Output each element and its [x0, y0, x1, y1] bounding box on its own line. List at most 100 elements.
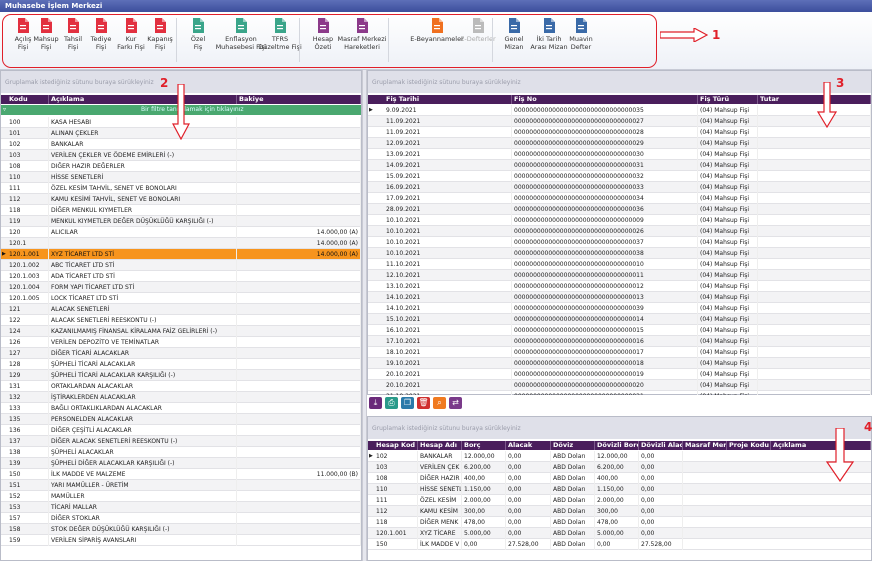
column-header-2[interactable]: Borç — [462, 441, 506, 450]
table-row[interactable]: 28.09.2021 000000000000000000000000000000… — [368, 204, 871, 215]
table-row[interactable]: 136 DİĞER ÇEŞİTLİ ALACAKLAR — [1, 425, 361, 436]
table-row[interactable]: 10.10.2021 000000000000000000000000000000… — [368, 215, 871, 226]
table-row[interactable]: 120 ALICILAR 14.000,00 (A) — [1, 227, 361, 238]
table-row[interactable]: 16.10.2021 000000000000000000000000000000… — [368, 325, 871, 336]
copy-icon[interactable]: ❐ — [401, 397, 414, 409]
table-row[interactable]: 129 ŞÜPHELİ TİCARİ ALACAKLAR KARŞILIĞI (-… — [1, 370, 361, 381]
table-row[interactable]: 12.09.2021 000000000000000000000000000000… — [368, 138, 871, 149]
table-row[interactable]: 11.10.2021 000000000000000000000000000000… — [368, 259, 871, 270]
column-header-4[interactable]: Döviz — [551, 441, 595, 450]
table-row[interactable]: 126 VERİLEN DEPOZİTO VE TEMİNATLAR — [1, 337, 361, 348]
table-row[interactable]: 102 BANKALAR — [1, 139, 361, 150]
download-icon[interactable]: ⤓ — [369, 397, 382, 409]
table-row[interactable]: 11.09.2021 000000000000000000000000000000… — [368, 116, 871, 127]
table-row[interactable]: 15.09.2021 000000000000000000000000000000… — [368, 171, 871, 182]
column-header-9[interactable]: Açıklama — [771, 441, 871, 450]
table-row[interactable]: 157 DİĞER STOKLAR — [1, 513, 361, 524]
table-row[interactable]: 120.1.003 ADA TİCARET LTD STİ — [1, 271, 361, 282]
column-header-5[interactable]: Dövizli Borç — [595, 441, 639, 450]
table-row[interactable]: 137 DİĞER ALACAK SENETLERİ REESKONTU (-) — [1, 436, 361, 447]
column-header-2[interactable]: Fiş Türü — [698, 95, 758, 104]
table-row[interactable]: 13.10.2021 000000000000000000000000000000… — [368, 281, 871, 292]
table-row[interactable]: 103 VERİLEN ÇEK 6.200,00 0,00 ABD Doları 6.20… — [368, 462, 871, 473]
table-row[interactable]: 118 DİĞER MENK 478,00 0,00 ABD Doları 478,00 0… — [368, 517, 871, 528]
table-row[interactable]: ▶ 102 BANKALAR 12.000,00 0,00 ABD Doları 12.00… — [368, 451, 871, 462]
table-row[interactable]: 11.09.2021 000000000000000000000000000000… — [368, 127, 871, 138]
table-row[interactable]: 14.10.2021 000000000000000000000000000000… — [368, 303, 871, 314]
ribbon-button-10[interactable]: Masraf Merkezi Hareketleri — [332, 18, 392, 51]
table-row[interactable]: 121 ALACAK SENETLERİ — [1, 304, 361, 315]
table-row[interactable]: 138 ŞÜPHELİ ALACAKLAR — [1, 447, 361, 458]
table-row[interactable]: 110 HİSSE SENETLERİ — [1, 172, 361, 183]
table-row[interactable]: 110 HİSSE SENETL 1.150,00 0,00 ABD Doları 1.1… — [368, 484, 871, 495]
table-row[interactable]: 17.10.2021 000000000000000000000000000000… — [368, 336, 871, 347]
table-row[interactable]: 108 DIĞER HAZIR DEĞERLER — [1, 161, 361, 172]
table-row[interactable]: 120.1.001 XYZ TİCARE 5.000,00 0,00 ABD Dolar… — [368, 528, 871, 539]
table-row[interactable]: 135 PERSONELDEN ALACAKLAR — [1, 414, 361, 425]
table-row[interactable]: 139 ŞÜPHELİ DİĞER ALACAKLAR KARŞILIĞI (-) — [1, 458, 361, 469]
column-header-1[interactable]: Fiş No — [512, 95, 698, 104]
table-row[interactable]: 132 İŞTİRAKLERDEN ALACAKLAR — [1, 392, 361, 403]
table-row[interactable]: 17.09.2021 000000000000000000000000000000… — [368, 193, 871, 204]
table-row[interactable]: 10.10.2021 000000000000000000000000000000… — [368, 248, 871, 259]
column-header-2[interactable]: Bakiye — [237, 95, 361, 104]
table-row[interactable]: 133 BAĞLI ORTAKLIKLARDAN ALACAKLAR — [1, 403, 361, 414]
column-header-8[interactable]: Proje Kodu — [727, 441, 771, 450]
table-row[interactable]: 131 ORTAKLARDAN ALACAKLAR — [1, 381, 361, 392]
print-icon[interactable]: ⎙ — [385, 397, 398, 409]
table-row[interactable]: 128 ŞÜPHELİ TİCARİ ALACAKLAR — [1, 359, 361, 370]
table-row[interactable]: 14.09.2021 000000000000000000000000000000… — [368, 160, 871, 171]
table-row[interactable]: 20.10.2021 000000000000000000000000000000… — [368, 380, 871, 391]
table-row[interactable]: 120.1.004 FORM YAPI TİCARET LTD STİ — [1, 282, 361, 293]
table-row[interactable]: 18.10.2021 000000000000000000000000000000… — [368, 347, 871, 358]
table-row[interactable]: 10.10.2021 000000000000000000000000000000… — [368, 237, 871, 248]
column-header-0[interactable]: Kodu — [7, 95, 49, 104]
table-row[interactable]: 153 TİCARİ MALLAR — [1, 502, 361, 513]
table-row[interactable]: 127 DİĞER TİCARİ ALACAKLAR — [1, 348, 361, 359]
table-row[interactable]: 13.09.2021 000000000000000000000000000000… — [368, 149, 871, 160]
column-header-3[interactable]: Alacak — [506, 441, 551, 450]
table-row[interactable]: 12.10.2021 000000000000000000000000000000… — [368, 270, 871, 281]
table-row[interactable]: ▶ 9.09.2021 000000000000000000000000000000… — [368, 105, 871, 116]
table-row[interactable]: 120.1.005 LOCK TİCARET LTD STİ — [1, 293, 361, 304]
table-row[interactable]: 19.10.2021 000000000000000000000000000000… — [368, 358, 871, 369]
table-row[interactable]: 20.10.2021 000000000000000000000000000000… — [368, 369, 871, 380]
search-icon[interactable]: ⌕ — [433, 397, 446, 409]
table-row[interactable]: 159 VERİLEN SİPARİŞ AVANSLARI — [1, 535, 361, 546]
table-row[interactable]: 120.1 14.000,00 (A) — [1, 238, 361, 249]
transfer-icon[interactable]: ⇄ — [449, 397, 462, 409]
table-row[interactable]: 151 YARI MAMÜLLER - ÜRETİM — [1, 480, 361, 491]
table-row[interactable]: 111 ÖZEL KESİM TAHVİL, SENET VE BONOLARI — [1, 183, 361, 194]
table-row[interactable]: 119 MENKUL KIYMETLER DEĞER DÜŞÜKLÜĞÜ KARŞ… — [1, 216, 361, 227]
table-row[interactable]: 124 KAZANILMAMIŞ FİNANSAL KİRALAMA FAİZ G… — [1, 326, 361, 337]
table-row[interactable]: 111 ÖZEL KESİM 2.000,00 0,00 ABD Doları 2.000… — [368, 495, 871, 506]
column-header-0[interactable]: Hesap Kod — [374, 441, 418, 450]
table-row[interactable]: 103 VERİLEN ÇEKLER VE ÖDEME EMİRLERİ (-) — [1, 150, 361, 161]
table-row[interactable]: 152 MAMÜLLER — [1, 491, 361, 502]
table-row[interactable]: 118 DİĞER MENKUL KIYMETLER — [1, 205, 361, 216]
table-row[interactable]: 14.10.2021 000000000000000000000000000000… — [368, 292, 871, 303]
table-row[interactable]: 150 İLK MADDE V 0,00 27.528,00 ABD Doları 0,0… — [368, 539, 871, 550]
table-row[interactable]: 21.10.2021000000000000000000000000000000… — [368, 391, 871, 395]
column-header-0[interactable]: Fiş Tarihi — [384, 95, 512, 104]
table-row[interactable]: ▶ 120.1.001 XYZ TİCARET LTD STİ 14.000,00 (… — [1, 249, 361, 260]
column-header-7[interactable]: Masraf Merkezi — [683, 441, 727, 450]
column-header-1[interactable]: Hesap Adı — [418, 441, 462, 450]
column-header-3[interactable]: Tutar — [758, 95, 871, 104]
column-header-1[interactable]: Açıklama — [49, 95, 237, 104]
table-row[interactable]: 108 DİĞER HAZIR 400,00 0,00 ABD Doları 400,00… — [368, 473, 871, 484]
group-hint[interactable]: Gruplamak istediğiniz sütunu buraya sürü… — [368, 71, 871, 93]
table-row[interactable]: 158 STOK DEĞER DÜŞÜKLÜĞÜ KARŞILIĞI (-) — [1, 524, 361, 535]
ribbon-button-15[interactable]: Muavin Defter — [551, 18, 611, 51]
delete-icon[interactable]: 🗑 — [417, 397, 430, 409]
column-header-6[interactable]: Dövizli Alacak — [639, 441, 683, 450]
table-row[interactable]: 16.09.2021 000000000000000000000000000000… — [368, 182, 871, 193]
table-row[interactable]: 112 KAMU KESİMİ TAHVİL, SENET VE BONOLARI — [1, 194, 361, 205]
table-row[interactable]: 120.1.002 ABC TİCARET LTD STİ — [1, 260, 361, 271]
table-row[interactable]: 15.10.2021 000000000000000000000000000000… — [368, 314, 871, 325]
group-hint[interactable]: Gruplamak istediğiniz sütunu buraya sürü… — [368, 417, 871, 439]
table-row[interactable]: 150 İLK MADDE VE MALZEME 11.000,00 (B) — [1, 469, 361, 480]
table-row[interactable]: 10.10.2021 000000000000000000000000000000… — [368, 226, 871, 237]
table-row[interactable]: 112 KAMU KESİM 300,00 0,00 ABD Doları 300,00 0… — [368, 506, 871, 517]
table-row[interactable]: 122 ALACAK SENETLERİ REESKONTU (-) — [1, 315, 361, 326]
